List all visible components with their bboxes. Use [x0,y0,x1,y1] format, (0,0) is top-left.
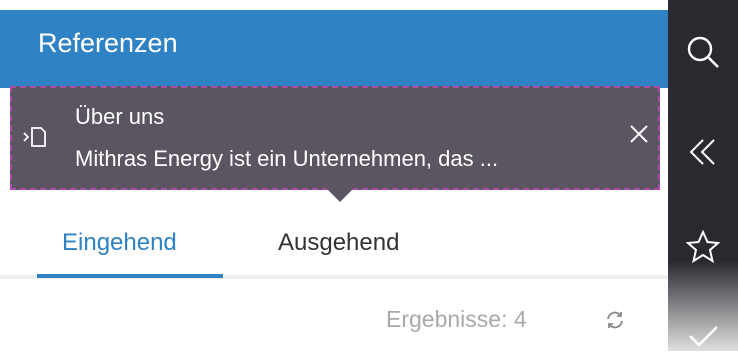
panel-title: Referenzen [38,28,178,58]
reference-tabs: Eingehend Ausgehend [0,215,668,279]
panel-header: Referenzen [0,10,668,88]
tab-outgoing[interactable]: Ausgehend [278,229,399,257]
star-icon[interactable] [685,229,721,265]
tooltip-description: Mithras Energy ist ein Unternehmen, das … [75,146,499,171]
page-link-icon [22,124,48,150]
right-sidebar [668,0,738,351]
close-icon[interactable] [627,122,651,146]
results-count: Ergebnisse: 4 [386,306,527,332]
tooltip-title: Über uns [75,104,165,129]
tab-incoming[interactable]: Eingehend [62,229,177,257]
search-icon[interactable] [685,34,721,70]
references-panel: Referenzen Über uns Mithras Energy ist e… [0,0,668,351]
check-icon[interactable] [685,316,721,352]
refresh-icon[interactable] [604,309,626,331]
active-tab-indicator [37,274,223,278]
link-tooltip[interactable]: Über uns Mithras Energy ist ein Unterneh… [10,86,660,202]
collapse-icon[interactable] [685,134,721,170]
